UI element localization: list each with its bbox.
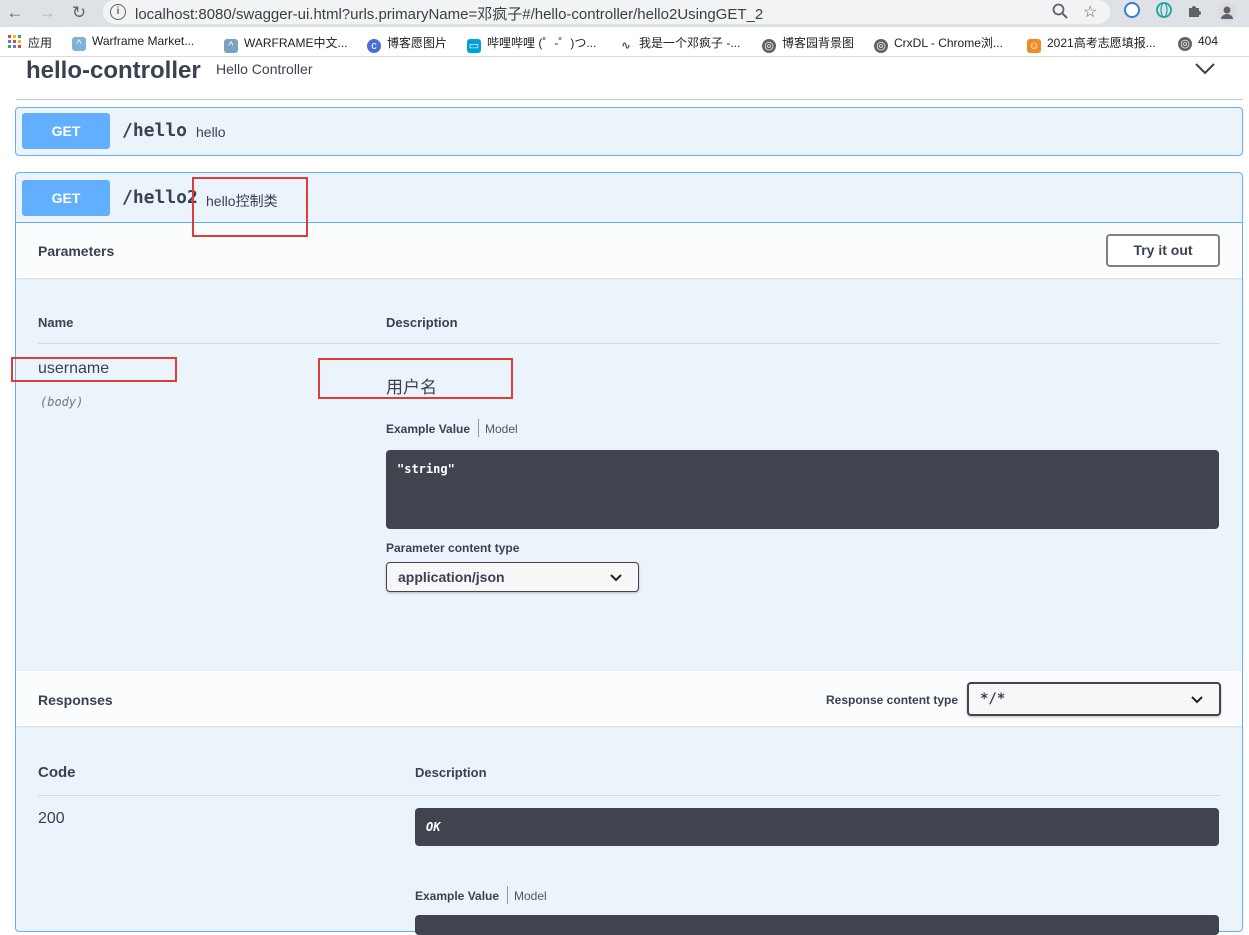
try-it-out-button[interactable]: Try it out: [1106, 234, 1220, 267]
globe-icon: ◎: [762, 39, 776, 53]
bookmark-label: 404: [1198, 34, 1219, 48]
forward-icon[interactable]: →: [36, 2, 58, 24]
response-description-text: OK: [426, 820, 441, 834]
bookmark-label: 博客愿图片: [387, 36, 448, 50]
star-icon[interactable]: ☆: [1083, 2, 1097, 22]
example-value-text: "string": [397, 462, 455, 476]
response-example-value-tab[interactable]: Example Value: [415, 889, 499, 903]
warframe-icon: ^: [224, 39, 238, 53]
bookmark-blog-bg[interactable]: ◎ 博客园背景图: [762, 34, 854, 53]
bookmark-gaokao[interactable]: ☺ 2021高考志愿填报...: [1027, 34, 1156, 53]
blog-icon: c: [367, 39, 381, 53]
param-content-type-value: application/json: [398, 569, 505, 585]
bookmark-404[interactable]: ◎ 404: [1178, 34, 1218, 51]
param-divider: [38, 343, 1220, 344]
param-in: (body): [40, 395, 84, 409]
reload-icon[interactable]: ↻: [68, 2, 90, 24]
bookmark-label: 博客园背景图: [782, 36, 855, 50]
controller-description: Hello Controller: [216, 61, 313, 77]
zoom-icon[interactable]: [1052, 2, 1068, 25]
bookmark-label: Warframe Market...: [92, 34, 195, 48]
bookmark-warframe-market[interactable]: ^ Warframe Market...: [72, 34, 194, 51]
responses-heading: Responses: [38, 692, 113, 708]
response-example-code: [415, 915, 1219, 935]
highlight-box-param-name: [11, 357, 177, 382]
url-text[interactable]: localhost:8080/swagger-ui.html?urls.prim…: [135, 3, 763, 24]
parameters-heading: Parameters: [38, 243, 115, 259]
tab-separator: [478, 419, 479, 437]
example-value-tab[interactable]: Example Value: [386, 422, 470, 436]
bookmark-label: 2021高考志愿填报...: [1047, 36, 1156, 50]
chevron-down-icon: [609, 571, 623, 587]
bilibili-icon: ▭: [467, 39, 481, 53]
example-value-code: "string": [386, 450, 1219, 529]
extensions-puzzle-icon[interactable]: [1185, 2, 1205, 22]
bookmark-label: 我是一个邓疯子 -...: [639, 36, 741, 50]
param-content-type-label: Parameter content type: [386, 541, 520, 555]
controller-title[interactable]: hello-controller: [26, 57, 201, 85]
param-content-type-select[interactable]: application/json: [386, 562, 639, 592]
extension-compass-icon[interactable]: [1122, 2, 1142, 22]
bookmark-dengfengzi[interactable]: ∿ 我是一个邓疯子 -...: [619, 34, 740, 53]
response-code: 200: [38, 810, 65, 827]
chevron-down-icon: [1190, 693, 1204, 709]
controller-divider: [16, 99, 1243, 100]
browser-toolbar: ← → ↻ i localhost:8080/swagger-ui.html?u…: [0, 0, 1249, 27]
profile-avatar-icon[interactable]: [1217, 2, 1237, 22]
operation-hello[interactable]: GET /hello hello: [15, 107, 1243, 156]
response-model-tab[interactable]: Model: [514, 889, 547, 903]
response-col-description: Description: [415, 765, 487, 780]
bookmark-label: 应用: [28, 36, 53, 50]
back-icon[interactable]: ←: [4, 2, 26, 24]
method-badge-get: GET: [22, 180, 110, 216]
operation-path: /hello: [122, 120, 188, 141]
param-col-description: Description: [386, 315, 458, 330]
bookmark-label: WARFRAME中文...: [244, 36, 348, 50]
response-col-code: Code: [38, 764, 76, 781]
response-content-type-value: */*: [980, 691, 1006, 707]
bookmark-apps[interactable]: 应用: [8, 34, 52, 51]
operation-path: /hello2: [122, 187, 198, 208]
method-badge-get: GET: [22, 113, 110, 149]
blog-author-icon: ∿: [621, 40, 631, 52]
globe-icon: ◎: [1178, 37, 1192, 51]
gaokao-icon: ☺: [1027, 39, 1041, 53]
apps-grid-icon: [8, 35, 22, 49]
warframe-market-icon: ^: [72, 37, 86, 51]
model-tab[interactable]: Model: [485, 422, 518, 436]
bookmark-label: 哔哩哔哩 (゜-゜)つ...: [487, 36, 597, 50]
highlight-box-param-description: [318, 358, 513, 399]
bookmark-label: CrxDL - Chrome浏...: [894, 36, 1003, 50]
response-divider: [38, 795, 1220, 796]
operation-summary: hello: [196, 124, 226, 140]
response-content-type-select[interactable]: */*: [967, 682, 1221, 716]
bookmark-crxdl[interactable]: ◎ CrxDL - Chrome浏...: [874, 34, 1003, 53]
globe-icon: ◎: [874, 39, 888, 53]
chevron-down-icon[interactable]: [1190, 57, 1220, 83]
bookmark-bilibili[interactable]: ▭ 哔哩哔哩 (゜-゜)つ...: [467, 34, 596, 53]
extension-globe-icon[interactable]: [1154, 2, 1174, 22]
bookmark-blog-images[interactable]: c 博客愿图片: [367, 34, 447, 53]
bookmarks-bar: 应用 ^ Warframe Market... ^ WARFRAME中文... c博…: [0, 27, 1249, 57]
response-content-type-label: Response content type: [826, 693, 959, 707]
highlight-box-summary: [192, 177, 308, 237]
param-col-name: Name: [38, 315, 74, 330]
operation-hello2: GET /hello2 hello控制类 Parameters Try it o…: [15, 172, 1243, 935]
tab-separator: [507, 886, 508, 904]
info-icon[interactable]: i: [110, 4, 126, 20]
bookmark-warframe-cn[interactable]: ^ WARFRAME中文...: [224, 34, 348, 53]
response-description-box: OK: [415, 808, 1219, 846]
